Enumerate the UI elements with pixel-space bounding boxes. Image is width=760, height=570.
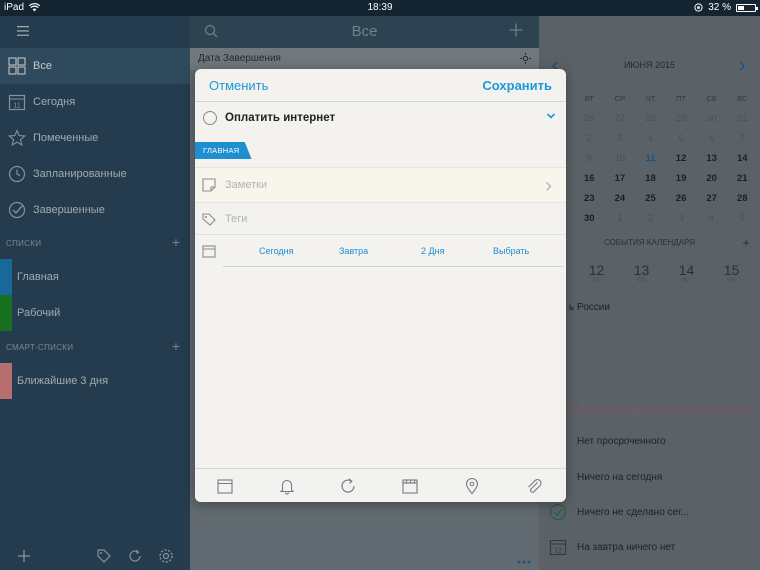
status-bar: iPad 18:39 32 % (0, 0, 760, 16)
task-complete-checkbox[interactable] (203, 111, 217, 125)
notes-placeholder: Заметки (225, 179, 268, 191)
battery-icon (736, 3, 758, 12)
due-date-row: Сегодня Завтра 2 Дня Выбрать (195, 235, 566, 267)
calendar-icon (202, 245, 216, 258)
clock: 18:39 (367, 2, 393, 13)
chevron-right-icon[interactable] (545, 181, 552, 192)
note-icon (202, 178, 216, 192)
task-title-input[interactable]: Оплатить интернет (225, 112, 335, 124)
cancel-button[interactable]: Отменить (209, 78, 268, 93)
paperclip-icon[interactable] (525, 477, 543, 495)
tags-placeholder: Теги (225, 212, 248, 225)
tag-icon (202, 212, 216, 226)
divider (223, 266, 563, 267)
battery-percent: 32 % (708, 2, 731, 13)
dialog-toolbar (195, 468, 566, 502)
clapper-icon[interactable] (401, 477, 419, 495)
orientation-lock-icon (694, 3, 703, 12)
bell-icon[interactable] (278, 477, 296, 495)
chevron-down-icon[interactable] (546, 112, 556, 120)
task-title-row[interactable]: Оплатить интернет (195, 102, 566, 134)
location-pin-icon[interactable] (463, 477, 481, 495)
notes-row[interactable]: Заметки (195, 167, 566, 203)
list-tag-label: ГЛАВНАЯ (203, 146, 240, 155)
list-tag[interactable]: ГЛАВНАЯ (195, 142, 252, 159)
calendar-icon[interactable] (216, 477, 234, 495)
repeat-icon[interactable] (339, 477, 357, 495)
tags-row[interactable]: Теги (195, 203, 566, 235)
dialog-nav-bar: Отменить Сохранить (195, 69, 566, 102)
new-task-dialog: Отменить Сохранить Оплатить интернет ГЛА… (195, 69, 566, 502)
due-tomorrow-button[interactable]: Завтра (339, 246, 368, 256)
due-choose-button[interactable]: Выбрать (493, 246, 529, 256)
due-2-days-button[interactable]: 2 Дня (421, 246, 444, 256)
due-today-button[interactable]: Сегодня (259, 246, 294, 256)
save-button[interactable]: Сохранить (482, 78, 552, 93)
